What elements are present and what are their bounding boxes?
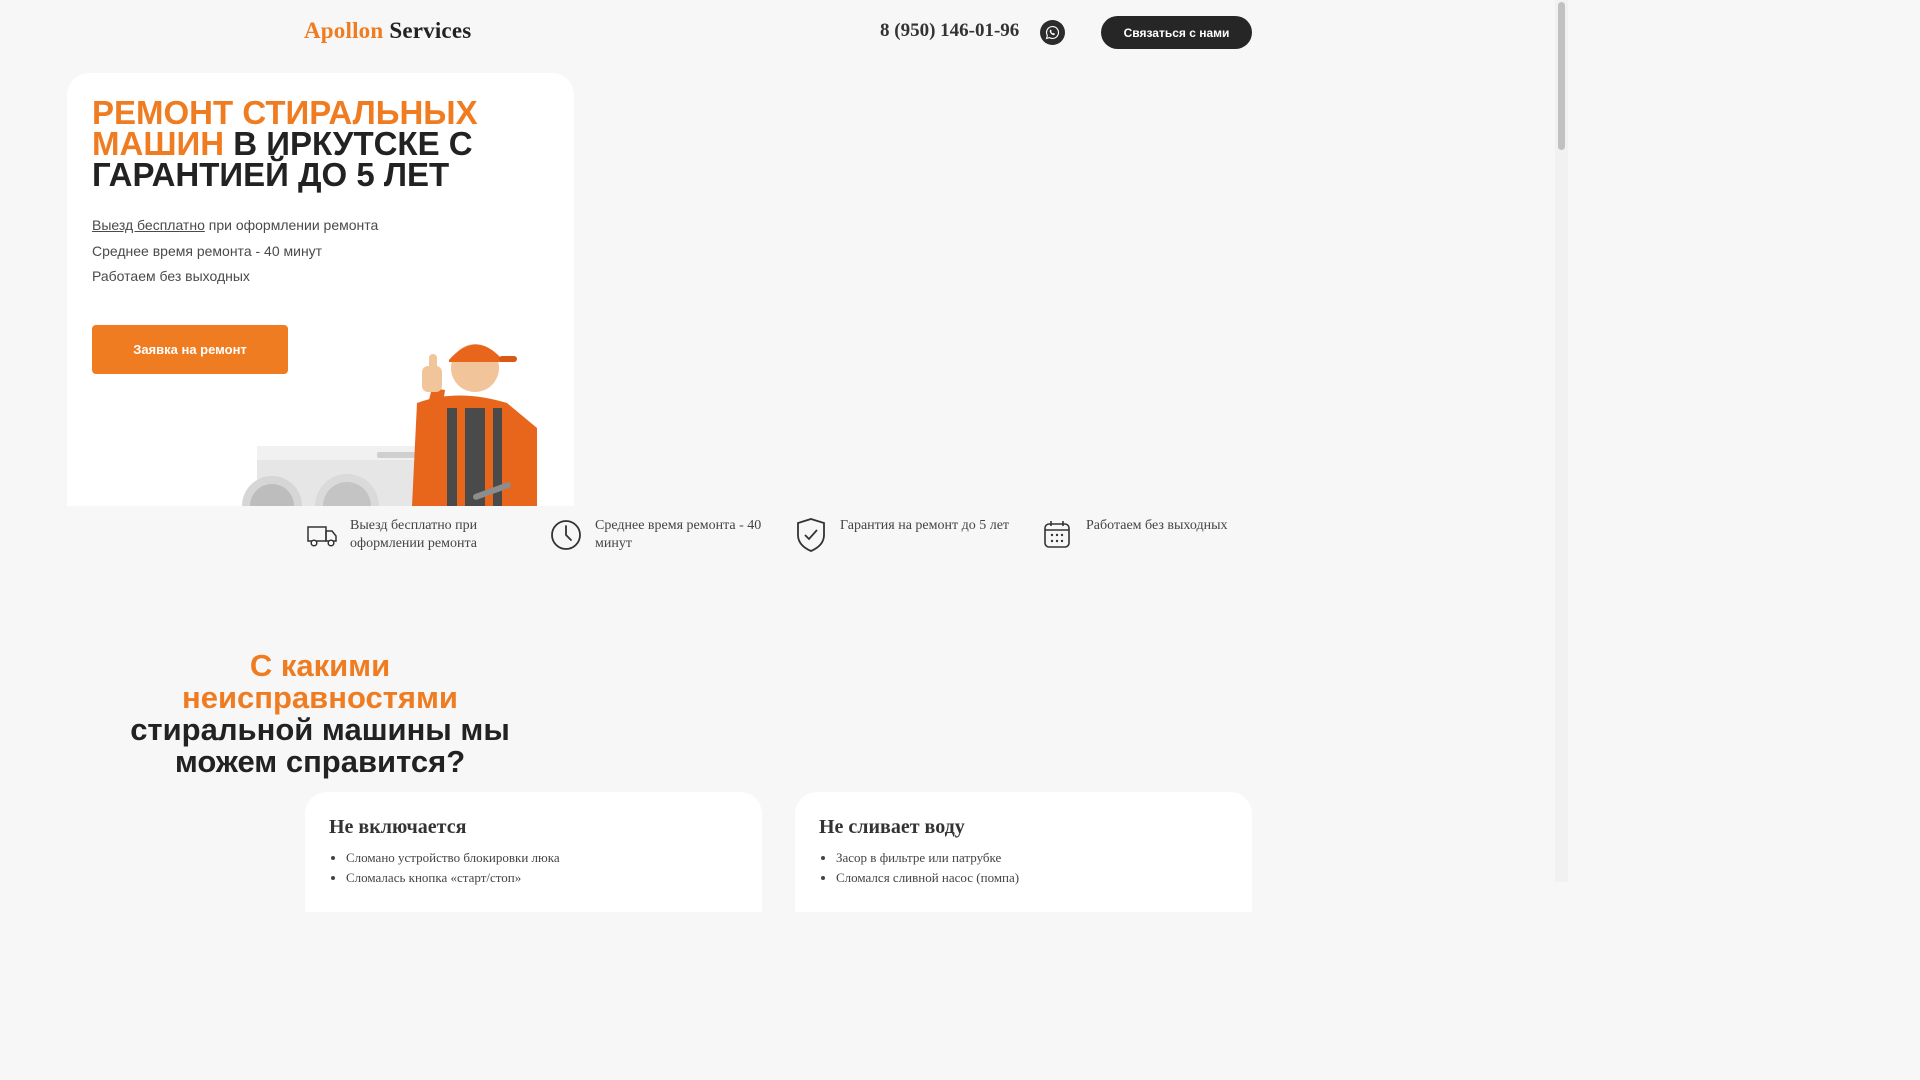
fault-card-list: Сломано устройство блокировки люка Слома… [329, 848, 560, 888]
feature-no-days-off: Работаем без выходных [1042, 517, 1272, 557]
list-item: Сломался сливной насос (помпа) [836, 868, 1019, 888]
hero-benefit: Работаем без выходных [92, 268, 250, 284]
list-item: Засор в фильтре или патрубке [836, 848, 1019, 868]
feature-repair-time: Среднее время ремонта - 40 минут [551, 517, 781, 557]
faults-title-highlight: С какими неисправностями [182, 648, 458, 715]
logo[interactable]: Apollon Services [304, 18, 471, 44]
page-scrollbar[interactable] [1555, 0, 1568, 882]
hero-card: Ремонт стиральных машин в Иркутске с гар… [67, 73, 574, 506]
fault-card-not-draining[interactable]: Не сливает воду Засор в фильтре или патр… [795, 792, 1252, 912]
list-item: Сломалась кнопка «старт/стоп» [346, 868, 560, 888]
phone-number[interactable]: 8 (950) 146-01-96 [880, 20, 1019, 42]
hero-benefit: Выезд бесплатно при оформлении ремонта [92, 213, 378, 239]
fault-card-not-turning-on[interactable]: Не включается Сломано устройство блокиро… [305, 792, 762, 912]
feature-warranty: Гарантия на ремонт до 5 лет [796, 517, 1026, 557]
feature-text: Выезд бесплатно при оформлении ремонта [350, 518, 478, 551]
repair-request-button[interactable]: Заявка на ремонт [92, 325, 288, 374]
clock-icon [551, 520, 581, 550]
hero-benefit-text: при оформлении ремонта [204, 217, 379, 233]
feature-text: Гарантия на ремонт до 5 лет [840, 518, 1010, 533]
hero-benefit: Среднее время ремонта - 40 минут [92, 242, 323, 259]
feature-text: Среднее время ремонта - 40 минут [595, 518, 762, 551]
feature-free-visit: Выезд бесплатно при оформлении ремонта [306, 517, 536, 557]
fault-card-title: Не включается [329, 816, 467, 838]
truck-icon [307, 526, 337, 547]
whatsapp-button[interactable] [1040, 20, 1065, 45]
calendar-icon [1044, 521, 1070, 548]
hero-benefits-list: Выезд бесплатно при оформлении ремонта С… [92, 213, 378, 290]
scrollbar-thumb[interactable] [1558, 2, 1565, 150]
hero-title: Ремонт стиральных машин в Иркутске с гар… [92, 96, 482, 191]
faults-section-title: С какими неисправностями стиральной маши… [130, 650, 510, 778]
list-item: Сломано устройство блокировки люка [346, 848, 560, 868]
shield-check-icon [797, 518, 825, 552]
fault-card-title: Не сливает воду [819, 816, 965, 838]
fault-card-list: Засор в фильтре или патрубке Сломался сл… [819, 848, 1019, 888]
logo-part-services: Services [389, 18, 472, 43]
contact-us-button[interactable]: Связаться с нами [1101, 16, 1252, 49]
feature-text: Работаем без выходных [1086, 518, 1228, 533]
faults-title-rest: стиральной машины мы можем справится? [130, 712, 510, 779]
free-visit-link[interactable]: Выезд бесплатно [92, 217, 205, 233]
whatsapp-icon [1045, 25, 1060, 40]
logo-part-apollon: Apollon [304, 18, 384, 43]
